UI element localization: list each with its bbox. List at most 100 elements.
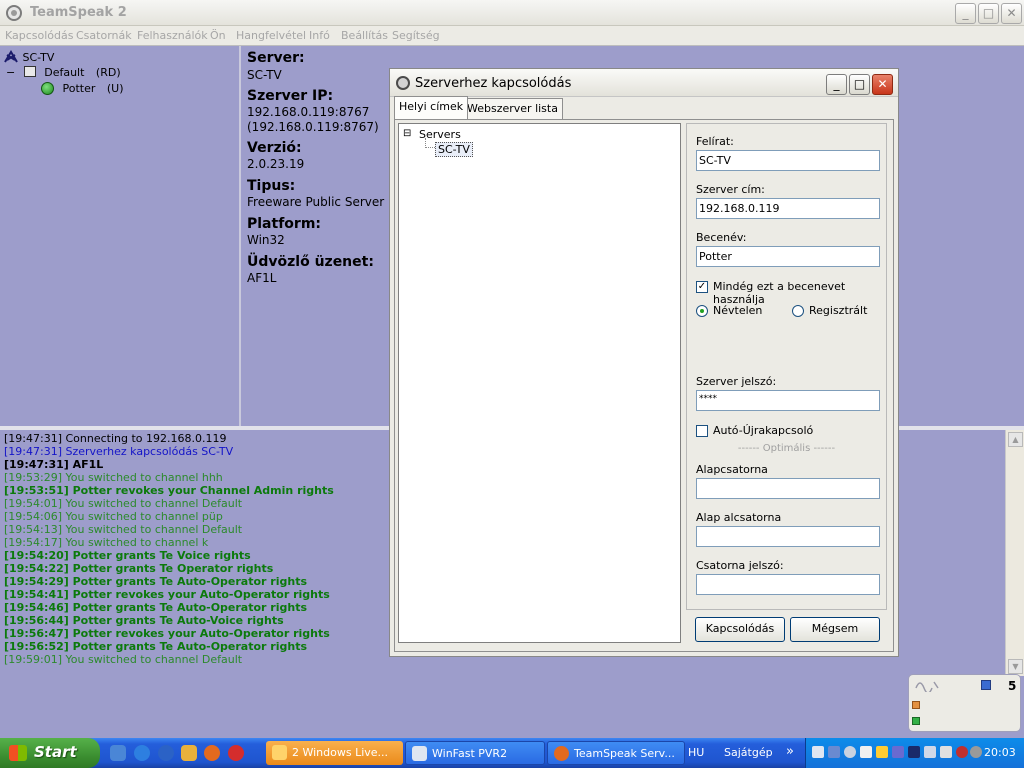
tree-user-row[interactable]: Potter (U) bbox=[41, 82, 124, 95]
teamspeak-logo-icon bbox=[396, 76, 410, 90]
address-field-label: Szerver cím: bbox=[696, 183, 765, 196]
tab-local-addresses[interactable]: Helyi címek bbox=[394, 96, 469, 119]
ip-value: 192.168.0.119:8767 bbox=[247, 105, 370, 119]
log-line: [19:47:31] Connecting to 192.168.0.119 bbox=[4, 432, 227, 445]
log-line: [19:59:01] You switched to channel Defau… bbox=[4, 653, 243, 666]
collapse-icon[interactable]: − bbox=[6, 66, 15, 79]
title-bar: TeamSpeak 2 _ □ ✕ bbox=[0, 0, 1024, 26]
tray-display-icon[interactable] bbox=[828, 746, 840, 758]
tray-teamspeak-icon[interactable] bbox=[844, 746, 856, 758]
always-nick-label: Mindég ezt a becenevet használja bbox=[713, 280, 846, 306]
tray-tool-icon[interactable] bbox=[876, 746, 888, 758]
tree-item-sc-tv[interactable]: SC-TV bbox=[435, 142, 473, 157]
server-address-input[interactable]: 192.168.0.119 bbox=[696, 198, 880, 219]
scroll-down-icon[interactable]: ▼ bbox=[1008, 659, 1023, 674]
taskbar-item-windows-live[interactable]: 2 Windows Live... bbox=[266, 741, 403, 765]
nick-field-label: Becenév: bbox=[696, 231, 747, 244]
close-button[interactable]: ✕ bbox=[1001, 3, 1022, 24]
internet-explorer-icon[interactable] bbox=[134, 745, 150, 761]
log-scrollbar[interactable]: ▲ ▼ bbox=[1005, 430, 1024, 676]
log-line: [19:56:44] Potter grants Te Auto-Voice r… bbox=[4, 614, 284, 627]
tray-misc-icon[interactable] bbox=[970, 746, 982, 758]
tray-network-icon[interactable] bbox=[812, 746, 824, 758]
task-label: 2 Windows Live... bbox=[292, 746, 389, 759]
taskbar-item-teamspeak[interactable]: TeamSpeak Serv... bbox=[547, 741, 685, 765]
dialog-maximize-button[interactable]: □ bbox=[849, 74, 870, 95]
log-line: [19:54:22] Potter grants Te Operator rig… bbox=[4, 562, 274, 575]
version-value: 2.0.23.19 bbox=[247, 157, 305, 171]
my-computer-toolbar[interactable]: Sajátgép bbox=[724, 746, 773, 759]
connection-form: Felírat: SC-TV Szerver cím: 192.168.0.11… bbox=[686, 123, 887, 610]
tray-connections-icon[interactable] bbox=[924, 746, 936, 758]
log-line: [19:54:46] Potter grants Te Auto-Operato… bbox=[4, 601, 308, 614]
cancel-button[interactable]: Mégsem bbox=[790, 617, 880, 642]
tree-channel-row[interactable]: − Default (RD) bbox=[6, 66, 121, 79]
nickname-input[interactable]: Potter bbox=[696, 246, 880, 267]
windows-logo-icon bbox=[9, 745, 27, 761]
log-line: [19:53:51] Potter revokes your Channel A… bbox=[4, 484, 334, 497]
server-password-input[interactable]: **** bbox=[696, 390, 880, 411]
auto-reconnect-label: Autó-Újrakapcsoló bbox=[713, 424, 814, 437]
always-nick-checkbox[interactable]: ✓ bbox=[696, 281, 708, 293]
menu-csatornak[interactable]: Csatornák bbox=[76, 29, 132, 42]
tv-icon bbox=[412, 746, 427, 761]
menu-kapcsolodas[interactable]: Kapcsolódás bbox=[5, 29, 74, 42]
taskbar-item-winfast[interactable]: WinFast PVR2 bbox=[405, 741, 545, 765]
menu-hangfelvetel[interactable]: Hangfelvétel bbox=[236, 29, 306, 42]
menu-on[interactable]: Ön bbox=[210, 29, 226, 42]
tree-server-row[interactable]: SC-TV bbox=[3, 50, 54, 64]
toolbar-chevron-icon[interactable]: » bbox=[786, 744, 794, 759]
log-line: [19:54:20] Potter grants Te Voice rights bbox=[4, 549, 251, 562]
orange-status-icon bbox=[912, 701, 920, 709]
anonymous-radio[interactable] bbox=[696, 305, 708, 317]
platform-label: Platform: bbox=[247, 216, 321, 232]
registered-radio[interactable] bbox=[792, 305, 804, 317]
menu-segitseg[interactable]: Segítség bbox=[392, 29, 440, 42]
label-input[interactable]: SC-TV bbox=[696, 150, 880, 171]
tree-collapse-icon[interactable]: ⊟ bbox=[403, 128, 411, 139]
firefox-icon[interactable] bbox=[204, 745, 220, 761]
auto-reconnect-checkbox[interactable] bbox=[696, 425, 708, 437]
menu-bar: Kapcsolódás Csatornák Felhasználók Ön Ha… bbox=[0, 26, 1024, 46]
menu-beallitas[interactable]: Beállítás bbox=[341, 29, 388, 42]
quicklaunch-app-icon[interactable] bbox=[110, 745, 126, 761]
minimize-button[interactable]: _ bbox=[955, 3, 976, 24]
tray-d-icon[interactable] bbox=[892, 746, 904, 758]
menu-info[interactable]: Infó bbox=[309, 29, 330, 42]
clock: 20:03 bbox=[984, 746, 1016, 759]
maximize-button[interactable]: □ bbox=[978, 3, 999, 24]
user-flag: (U) bbox=[106, 82, 124, 95]
menu-felhasznalok[interactable]: Felhasználók bbox=[137, 29, 208, 42]
default-subchannel-label: Alap alcsatorna bbox=[696, 511, 782, 524]
tray-security-icon[interactable] bbox=[908, 746, 920, 758]
user-name: Potter bbox=[62, 82, 96, 95]
dialog-minimize-button[interactable]: _ bbox=[826, 74, 847, 95]
ip-label: Szerver IP: bbox=[247, 88, 334, 104]
window-title: TeamSpeak 2 bbox=[30, 5, 127, 20]
tab-webserver-list[interactable]: Webszerver lista bbox=[462, 98, 563, 119]
channel-password-input[interactable] bbox=[696, 574, 880, 595]
server-tree[interactable]: ⊟ Servers SC-TV bbox=[398, 123, 681, 643]
label-field-label: Felírat: bbox=[696, 135, 734, 148]
media-player-icon[interactable] bbox=[158, 745, 174, 761]
tray-app-icon[interactable] bbox=[860, 746, 872, 758]
opera-icon[interactable] bbox=[228, 745, 244, 761]
log-line: [19:54:06] You switched to channel püp bbox=[4, 510, 223, 523]
dialog-close-button[interactable]: ✕ bbox=[872, 74, 893, 95]
start-button[interactable]: Start bbox=[0, 738, 100, 768]
log-line: [19:47:31] AF1L bbox=[4, 458, 104, 471]
teamspeak-logo-icon bbox=[6, 5, 22, 21]
scroll-up-icon[interactable]: ▲ bbox=[1008, 432, 1023, 447]
task-label: WinFast PVR2 bbox=[432, 747, 508, 760]
log-line: [19:47:31] Szerverhez kapcsolódás SC-TV bbox=[4, 445, 234, 458]
log-line: [19:54:41] Potter revokes your Auto-Oper… bbox=[4, 588, 330, 601]
type-label: Tipus: bbox=[247, 178, 296, 194]
connect-button[interactable]: Kapcsolódás bbox=[695, 617, 785, 642]
folder-icon[interactable] bbox=[181, 745, 197, 761]
language-indicator[interactable]: HU bbox=[688, 746, 704, 759]
volume-icon[interactable] bbox=[940, 746, 952, 758]
default-subchannel-input[interactable] bbox=[696, 526, 880, 547]
default-channel-input[interactable] bbox=[696, 478, 880, 499]
tray-record-icon[interactable] bbox=[956, 746, 968, 758]
green-status-icon bbox=[912, 717, 920, 725]
